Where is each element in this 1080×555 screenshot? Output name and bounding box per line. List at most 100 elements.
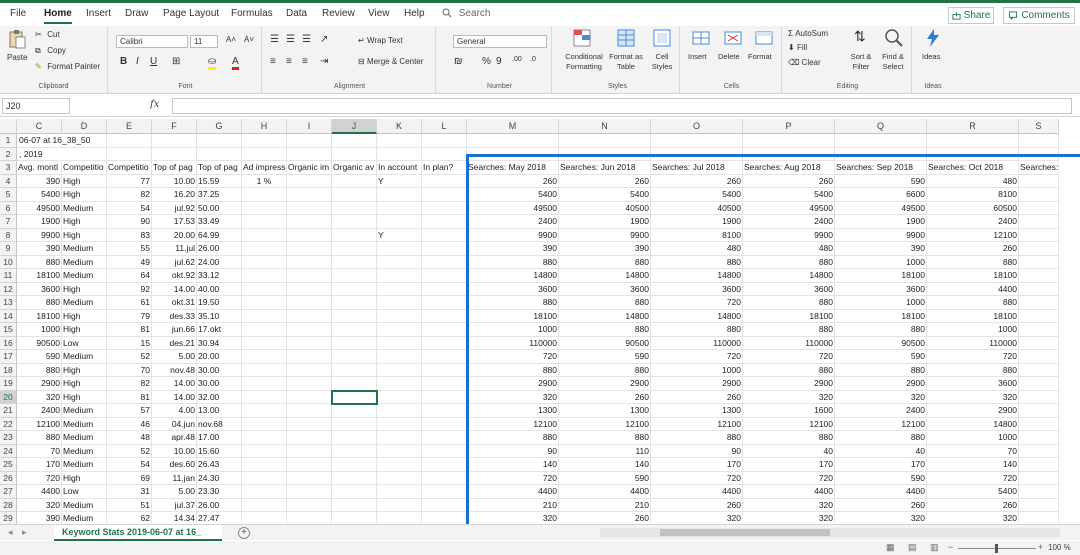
cell-i18[interactable]	[287, 363, 332, 377]
comma-button[interactable]: 9	[496, 56, 502, 67]
cell-k12[interactable]	[377, 282, 422, 296]
cell-g24[interactable]: 15.60	[197, 444, 242, 458]
menu-insert[interactable]: Insert	[86, 8, 111, 19]
cell-h19[interactable]	[242, 377, 287, 391]
cell-k8[interactable]: Y	[377, 228, 422, 242]
cell-c27[interactable]: 4400	[17, 485, 62, 499]
cell-l15[interactable]	[422, 323, 467, 337]
cell-i22[interactable]	[287, 417, 332, 431]
cell-e24[interactable]: 52	[107, 444, 152, 458]
cell-k24[interactable]	[377, 444, 422, 458]
column-header-d[interactable]: D	[62, 119, 107, 134]
cell-g19[interactable]: 30.00	[197, 377, 242, 391]
cell-h3[interactable]: Ad impress	[242, 161, 287, 175]
copy-button[interactable]: ⧉ Copy	[35, 46, 66, 56]
indent-icon[interactable]: ⇥	[320, 56, 328, 67]
cell-h16[interactable]	[242, 336, 287, 350]
cell-d23[interactable]: Medium	[62, 431, 107, 445]
row-header-16[interactable]: 16	[0, 336, 17, 350]
cell-l18[interactable]	[422, 363, 467, 377]
name-box[interactable]: J20	[2, 98, 70, 114]
cell-i9[interactable]	[287, 242, 332, 256]
cell-i19[interactable]	[287, 377, 332, 391]
shrink-font-button[interactable]: A˅	[244, 35, 254, 44]
cell-g2[interactable]	[197, 147, 242, 161]
font-size-select[interactable]: 11	[190, 35, 218, 48]
cell-l2[interactable]	[422, 147, 467, 161]
cell-f23[interactable]: apr.48	[152, 431, 197, 445]
cell-j15[interactable]	[332, 323, 377, 337]
cell-i15[interactable]	[287, 323, 332, 337]
cell-d9[interactable]: Medium	[62, 242, 107, 256]
formula-input[interactable]	[172, 98, 1072, 114]
cell-c4[interactable]: 390	[17, 174, 62, 188]
cell-d24[interactable]: Medium	[62, 444, 107, 458]
column-header-s[interactable]: S	[1019, 119, 1059, 134]
cell-g13[interactable]: 19.50	[197, 296, 242, 310]
cell-j2[interactable]	[332, 147, 377, 161]
cell-i20[interactable]	[287, 390, 332, 404]
insert-cells-button[interactable]: Insert	[686, 28, 716, 78]
cell-f5[interactable]: 16.20	[152, 188, 197, 202]
align-center-icon[interactable]: ≡	[286, 56, 292, 67]
format-as-table-button[interactable]: Format as Table	[608, 28, 644, 78]
cell-l13[interactable]	[422, 296, 467, 310]
cell-j9[interactable]	[332, 242, 377, 256]
cell-h28[interactable]	[242, 498, 287, 512]
cell-f8[interactable]: 20.00	[152, 228, 197, 242]
cell-g25[interactable]: 26.43	[197, 458, 242, 472]
cell-k23[interactable]	[377, 431, 422, 445]
cell-k1[interactable]	[377, 134, 422, 148]
cell-h22[interactable]	[242, 417, 287, 431]
ideas-button[interactable]: Ideas	[918, 28, 948, 78]
cell-l25[interactable]	[422, 458, 467, 472]
cell-j13[interactable]	[332, 296, 377, 310]
cell-i6[interactable]	[287, 201, 332, 215]
cell-c10[interactable]: 880	[17, 255, 62, 269]
column-header-o[interactable]: O	[651, 119, 743, 134]
cell-i12[interactable]	[287, 282, 332, 296]
cell-c2[interactable]	[17, 148, 62, 161]
cell-c12[interactable]: 3600	[17, 282, 62, 296]
cell-c7[interactable]: 1900	[17, 215, 62, 229]
cell-f7[interactable]: 17.53	[152, 215, 197, 229]
cell-h24[interactable]	[242, 444, 287, 458]
cell-l5[interactable]	[422, 188, 467, 202]
tell-me-search[interactable]: Search	[442, 8, 490, 19]
column-header-i[interactable]: I	[287, 119, 332, 134]
cell-i25[interactable]	[287, 458, 332, 472]
number-format-select[interactable]: General	[453, 35, 547, 48]
cell-e5[interactable]: 82	[107, 188, 152, 202]
bold-button[interactable]: B	[120, 56, 127, 67]
sort-filter-button[interactable]: ⇅ Sort & Filter	[846, 28, 876, 78]
cell-d22[interactable]: Medium	[62, 417, 107, 431]
menu-home[interactable]: Home	[44, 8, 72, 24]
cell-h26[interactable]	[242, 471, 287, 485]
row-header-26[interactable]: 26	[0, 471, 17, 485]
add-sheet-button[interactable]: +	[238, 527, 250, 539]
cell-l26[interactable]	[422, 471, 467, 485]
menu-view[interactable]: View	[368, 8, 390, 19]
cell-h1[interactable]	[242, 134, 287, 148]
cell-c28[interactable]: 320	[17, 498, 62, 512]
cell-h23[interactable]	[242, 431, 287, 445]
cell-e3[interactable]: Competitio	[107, 161, 152, 175]
cell-j12[interactable]	[332, 282, 377, 296]
decrease-decimal-icon[interactable]: .0	[530, 56, 536, 63]
cell-k25[interactable]	[377, 458, 422, 472]
cell-l19[interactable]	[422, 377, 467, 391]
cell-k3[interactable]: In account	[377, 161, 422, 175]
cell-j3[interactable]: Organic av	[332, 161, 377, 175]
cell-g1[interactable]	[197, 134, 242, 148]
cell-g4[interactable]: 15.59	[197, 174, 242, 188]
cell-styles-button[interactable]: Cell Styles	[646, 28, 678, 78]
cell-k26[interactable]	[377, 471, 422, 485]
cell-d28[interactable]: Medium	[62, 498, 107, 512]
find-select-button[interactable]: Find & Select	[878, 28, 908, 78]
cell-e23[interactable]: 48	[107, 431, 152, 445]
cell-e12[interactable]: 92	[107, 282, 152, 296]
cell-k27[interactable]	[377, 485, 422, 499]
cell-i11[interactable]	[287, 269, 332, 283]
cell-f6[interactable]: jul.92	[152, 201, 197, 215]
row-header-27[interactable]: 27	[0, 485, 17, 499]
